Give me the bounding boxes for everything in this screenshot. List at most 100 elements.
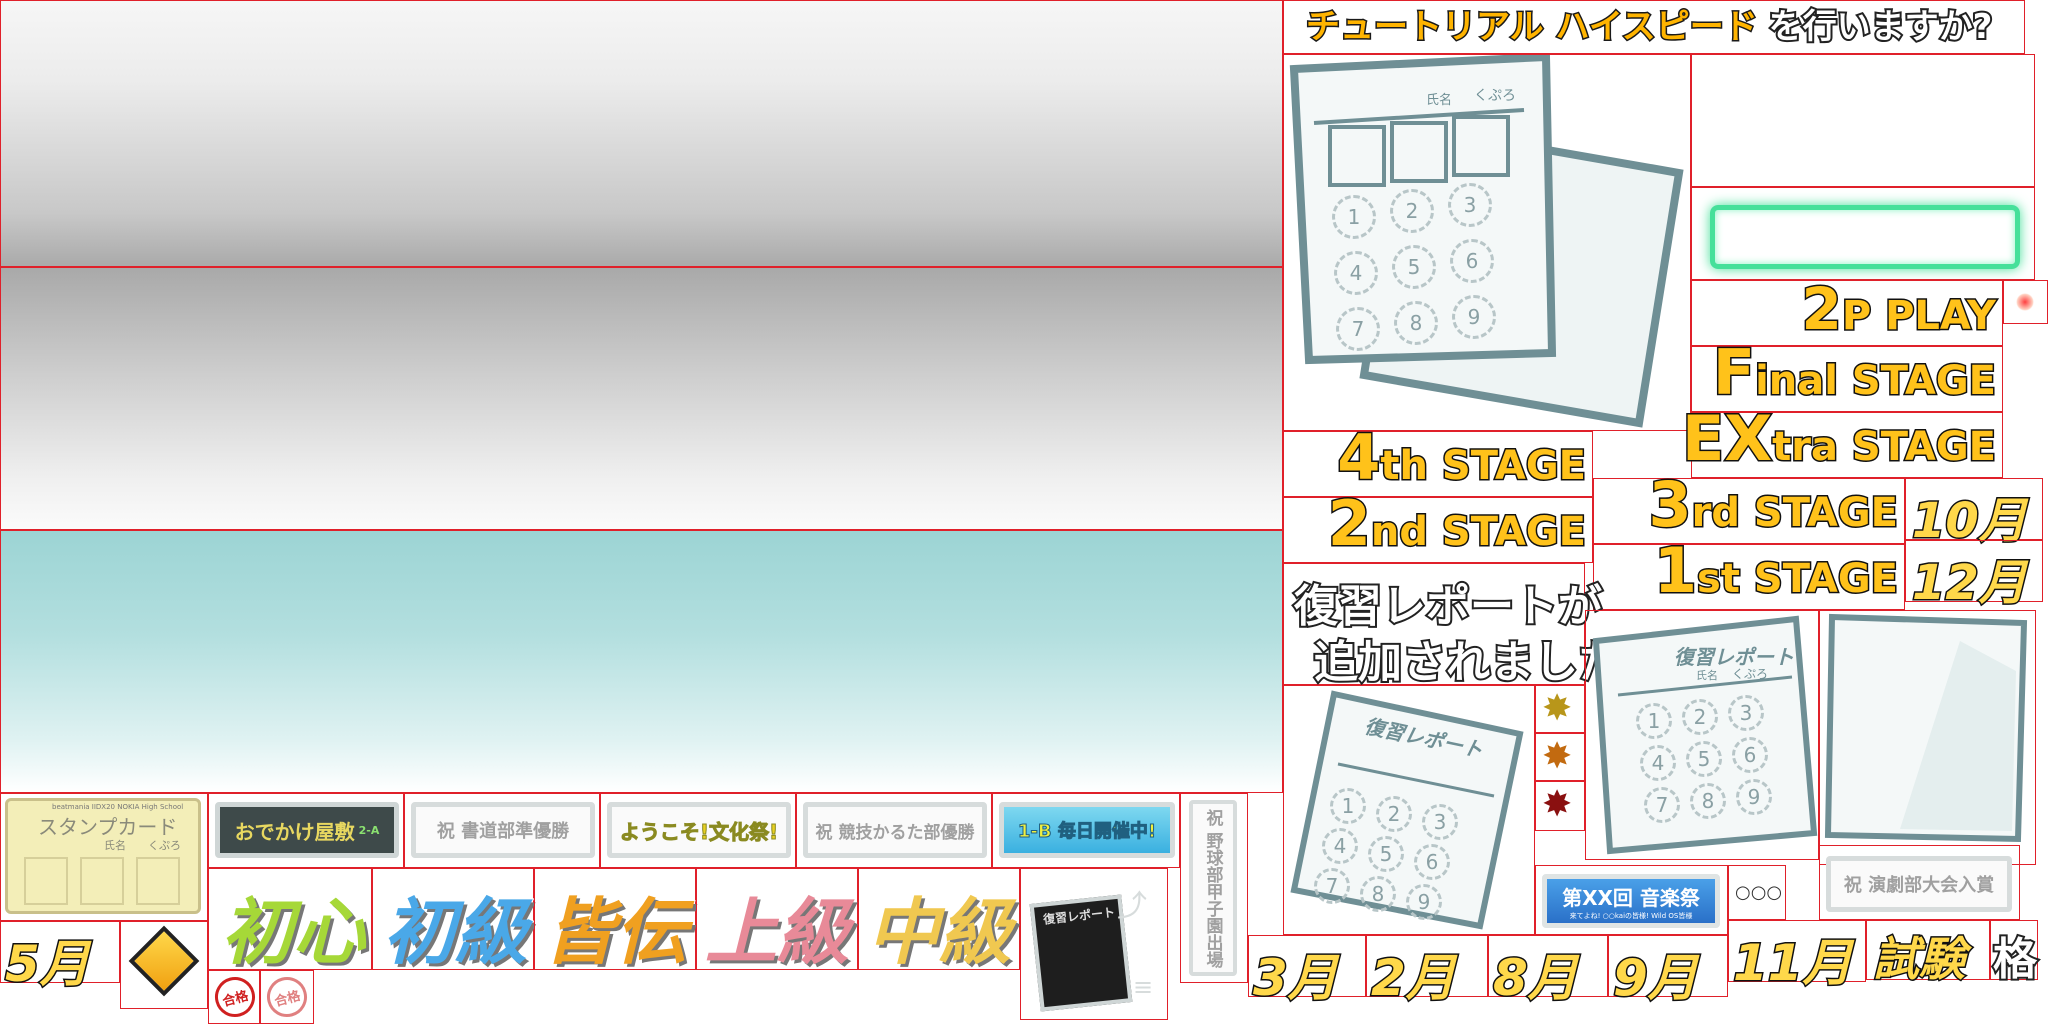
rank-kaiden: 皆伝 — [542, 889, 688, 975]
maple-leaf-orange-icon: ✸ — [1542, 736, 1573, 777]
music-festival-cell: 第XX回 音楽祭 来てよね! ○○kaiの皆様! Wild OS皆様 — [1535, 865, 1728, 935]
class-1b-banner: 1-B 毎日開催中! — [999, 802, 1175, 858]
stamp-slot-4: 4 — [1334, 251, 1378, 295]
month-feb-cell: 2月 — [1366, 935, 1488, 1009]
month-feb: 2月 — [1370, 948, 1458, 1009]
stamp-card: beatmania IIDX20 NOKIA High School スタンプカ… — [5, 798, 201, 914]
gradient-band-teal — [0, 530, 1283, 793]
pass-char-cell: 格 — [1990, 920, 2039, 987]
rank-intermediate-cell: 中級 — [858, 868, 1020, 975]
stamp-card-slot-3 — [136, 857, 180, 905]
oden-banner-class: 2-A — [358, 823, 380, 837]
pass-stamp-red-cell: 合格 — [208, 970, 260, 1024]
stamp-card-slot-2 — [80, 857, 124, 905]
label-3rd-small: rd STAGE — [1690, 489, 1899, 538]
rank-novice-cell: 初級 — [372, 868, 534, 975]
label-extra-big: EX — [1680, 401, 1773, 477]
exam-label: 試験 — [1872, 931, 1967, 988]
music-festival-sub: 来てよね! ○○kaiの皆様! Wild OS皆様 — [1569, 911, 1693, 920]
shodo-banner-cell: 祝 書道部準優勝 — [404, 793, 600, 868]
rank-novice: 初級 — [382, 889, 528, 975]
stamp-card-slot-1 — [24, 857, 68, 905]
month-dec-cell: 12月 — [1905, 540, 2043, 613]
report-tilted-slot-1: 1 — [1330, 788, 1366, 824]
drama-banner-cell: 祝 演劇部大会入賞 — [1819, 845, 2020, 920]
stamp-slot-7: 7 — [1336, 307, 1380, 351]
green-glow-frame — [1710, 205, 2020, 269]
label-2nd-big: 2 — [1326, 486, 1372, 562]
rank-beginner: 初心 — [220, 889, 366, 975]
report-slot-3: 3 — [1728, 695, 1764, 731]
report-tilted-slot-5: 5 — [1368, 836, 1404, 872]
maple-leaf-yellow-icon: ✸ — [1542, 688, 1573, 729]
stamp-card-title: スタンプカード — [38, 815, 178, 839]
blank-paper-illustration — [1824, 613, 2028, 843]
report-card-sprite: 復習レポート 氏名 くぷろ 1 2 3 4 5 6 7 8 9 — [1585, 610, 1819, 860]
rank-kaiden-cell: 皆伝 — [534, 868, 696, 975]
month-nov-cell: 11月 — [1728, 920, 1866, 994]
rank-advanced-cell: 上級 — [696, 868, 858, 975]
review-notice-line1: 復習レポートが — [1292, 579, 1604, 634]
month-oct-cell: 10月 — [1905, 478, 2043, 551]
month-aug-cell: 8月 — [1488, 935, 1608, 1009]
report-tilted-slot-7: 7 — [1314, 868, 1350, 904]
label-3rd-big: 3 — [1647, 467, 1693, 543]
gradient-band-gray-mid — [0, 267, 1283, 530]
oden-banner-cell: おでかけ屋敷 2-A — [208, 793, 404, 868]
stamp-card-header: beatmania IIDX20 NOKIA High School — [52, 803, 184, 811]
dark-report-cell: 復習レポート ⤴ ≡ — [1020, 868, 1168, 1020]
report-tilted-slot-2: 2 — [1376, 796, 1412, 832]
report-tilted-slot-9: 9 — [1406, 884, 1442, 920]
report-slot-1: 1 — [1636, 703, 1672, 739]
month-mar-cell: 3月 — [1248, 935, 1366, 1009]
welcome-banner: ようこそ!文化祭! — [607, 802, 791, 858]
report-slot-6: 6 — [1732, 737, 1768, 773]
report-tilted-slot-4: 4 — [1322, 828, 1358, 864]
stamp-slot-5: 5 — [1392, 245, 1436, 289]
report-slot-4: 4 — [1640, 745, 1676, 781]
dark-report-title: 復習レポート — [1042, 905, 1116, 927]
month-sep: 9月 — [1612, 948, 1700, 1009]
label-4th-small: th STAGE — [1379, 442, 1588, 491]
karuta-banner-cell: 祝 競技かるた部優勝 — [796, 793, 992, 868]
month-sep-cell: 9月 — [1608, 935, 1728, 1009]
pass-stamp-faded: 合格 — [262, 972, 312, 1022]
check-arrow-icon: ⤴ — [1117, 889, 1147, 924]
leaf-orange-cell: ✸ — [1535, 733, 1585, 781]
rank-advanced: 上級 — [704, 889, 850, 975]
speed-lines-icon: ≡ — [1133, 973, 1154, 1001]
report-slot-7: 7 — [1644, 787, 1680, 823]
stamp-slot-3: 3 — [1448, 183, 1492, 227]
tutorial-prompt: チュートリアル ハイスピード を行いますか? — [1283, 0, 2025, 54]
red-spark-icon — [2016, 293, 2034, 311]
stamp-slot-1: 1 — [1332, 195, 1376, 239]
label-4th-big: 4 — [1336, 420, 1382, 496]
stamp-paper-sprite: 氏名 くぷろ 1 2 3 4 5 6 7 8 9 — [1283, 52, 1691, 431]
rank-intermediate: 中級 — [866, 889, 1012, 975]
report-name-label: 氏名 — [1696, 669, 1718, 682]
report-tilted-slot-6: 6 — [1414, 844, 1450, 880]
glow-frame-cell — [1691, 187, 2035, 280]
label-2nd-stage: 2nd STAGE — [1283, 486, 1593, 563]
music-festival-title: 第XX回 音楽祭 — [1562, 885, 1700, 910]
label-2p-small: P PLAY — [1840, 292, 1997, 341]
stamp-slot-8: 8 — [1394, 301, 1438, 345]
stamp-slot-9: 9 — [1452, 295, 1496, 339]
diamond-cell — [120, 921, 208, 1009]
report-slot-9: 9 — [1736, 779, 1772, 815]
report-name-value: くぷろ — [1732, 667, 1769, 681]
month-may: 5月 — [4, 934, 92, 995]
maple-leaf-red-icon: ✸ — [1542, 784, 1573, 825]
tutorial-question: を行いますか? — [1767, 5, 1995, 49]
review-added-notice: 復習レポートが 追加されました! — [1283, 563, 1644, 690]
welcome-banner-cell: ようこそ!文化祭! — [600, 793, 796, 868]
month-nov: 11月 — [1732, 933, 1855, 994]
drama-banner: 祝 演劇部大会入賞 — [1826, 856, 2012, 912]
class-1b-banner-cell: 1-B 毎日開催中! — [992, 793, 1180, 868]
label-extra-small: tra STAGE — [1771, 423, 1998, 472]
stamp-slot-6: 6 — [1450, 239, 1494, 283]
shodo-banner: 祝 書道部準優勝 — [411, 802, 595, 858]
label-1st-big: 1 — [1652, 533, 1698, 609]
label-1st-small: st STAGE — [1696, 555, 1900, 604]
month-mar: 3月 — [1252, 948, 1340, 1009]
